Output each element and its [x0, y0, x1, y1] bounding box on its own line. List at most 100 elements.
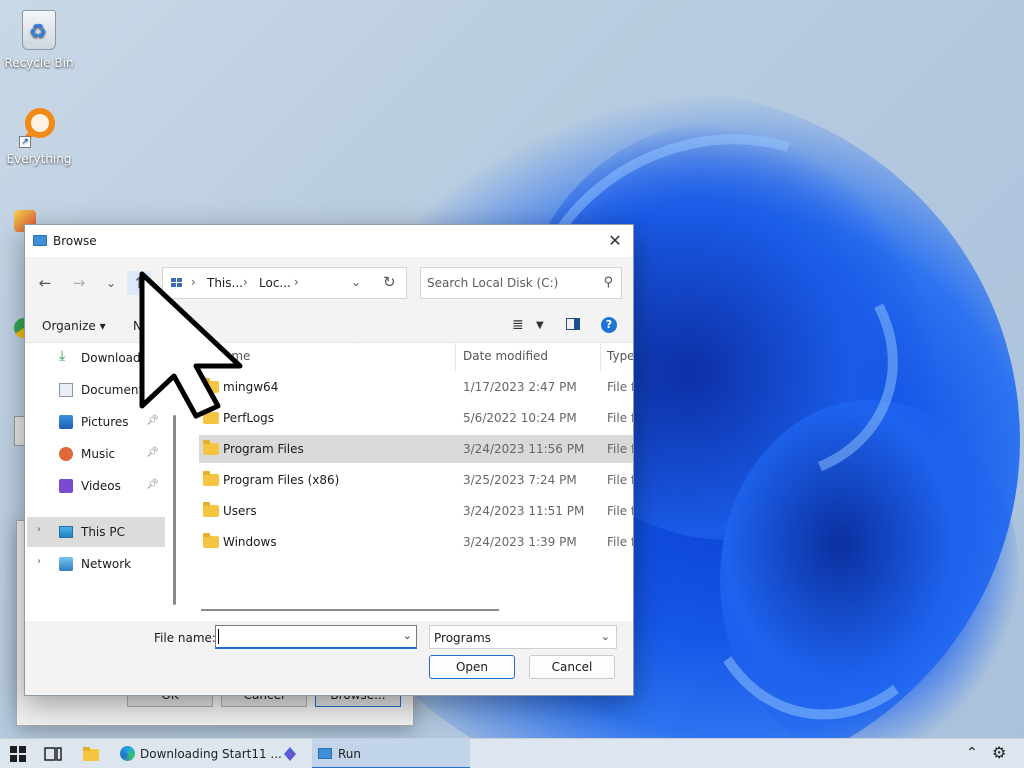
sidebar-item-label: Pictures — [81, 415, 129, 429]
view-options-icon[interactable]: ≣ — [512, 317, 524, 333]
pin-icon[interactable]: 📌︎ — [146, 447, 159, 458]
file-type-value: Programs — [434, 631, 491, 645]
file-name-input[interactable] — [220, 629, 396, 645]
shortcut-arrow-icon: ↗ — [19, 136, 31, 148]
breadcrumb-local-disk[interactable]: Loc... — [259, 276, 291, 290]
file-row-selected[interactable]: Program Files 3/24/2023 11:56 PM File fo — [199, 435, 633, 463]
start-windows-icon[interactable] — [10, 746, 26, 762]
file-date: 3/24/2023 11:56 PM — [463, 442, 585, 456]
settings-gear-icon[interactable]: ⚙ — [992, 743, 1006, 762]
navigation-bar: ← → ⌄ ↑ › This... › Loc... › ⌄ ↻ ⚲ — [25, 257, 633, 309]
download-icon: ⤓ — [59, 348, 66, 364]
open-button[interactable]: Open — [429, 655, 515, 679]
column-header-date[interactable]: Date modified — [463, 349, 548, 363]
file-type-select[interactable]: Programs ⌄ — [429, 625, 617, 649]
everything-search-icon: ↗ — [19, 108, 59, 148]
file-type: File fo — [607, 380, 633, 394]
sidebar-item-videos[interactable]: Videos 📌︎ — [27, 471, 165, 501]
text-caret — [218, 629, 219, 644]
chevron-down-icon[interactable]: ⌄ — [403, 629, 412, 642]
pictures-icon — [59, 415, 73, 429]
browse-dialog: Browse ✕ ← → ⌄ ↑ › This... › Loc... › ⌄ … — [24, 224, 634, 696]
horizontal-scrollbar[interactable] — [201, 609, 499, 611]
file-name: Windows — [223, 535, 277, 549]
file-type: File fo — [607, 504, 633, 518]
help-icon[interactable]: ? — [601, 317, 617, 333]
file-row[interactable]: PerfLogs 5/6/2022 10:24 PM File fo — [199, 404, 633, 432]
column-header-type[interactable]: Type — [607, 349, 633, 363]
taskbar: Downloading Start11 ... Run ⌃ ⚙ — [0, 738, 1024, 768]
file-type: File fo — [607, 442, 633, 456]
file-row[interactable]: Windows 3/24/2023 1:39 PM File fo — [199, 528, 633, 556]
file-name: Program Files (x86) — [223, 473, 340, 487]
preview-pane-icon[interactable] — [566, 318, 580, 334]
refresh-icon[interactable]: ↻ — [383, 273, 396, 291]
sidebar-item-label: Videos — [81, 479, 121, 493]
desktop-icon-everything[interactable]: ↗ Everything — [3, 108, 75, 166]
dialog-footer: File name: ⌄ Programs ⌄ Open Cancel — [25, 621, 633, 695]
dialog-title: Browse — [53, 234, 97, 248]
browse-window-icon — [33, 235, 47, 246]
sidebar-item-this-pc[interactable]: › This PC — [27, 517, 165, 547]
music-icon — [59, 447, 73, 461]
run-icon — [318, 748, 332, 759]
show-hidden-icons-chevron-icon[interactable]: ⌃ — [966, 745, 978, 761]
pin-icon[interactable]: 📌︎ — [146, 479, 159, 490]
taskbar-app-label: Run — [338, 747, 362, 761]
folder-icon — [203, 533, 219, 548]
taskbar-app-run[interactable]: Run — [312, 739, 470, 768]
document-icon — [59, 383, 73, 397]
app-icon[interactable] — [284, 747, 296, 761]
file-row[interactable]: Program Files (x86) 3/25/2023 7:24 PM Fi… — [199, 466, 633, 494]
sidebar-item-label: This PC — [81, 525, 125, 539]
search-input[interactable] — [427, 274, 591, 292]
file-name-combobox[interactable]: ⌄ — [215, 625, 417, 649]
recent-locations-chevron-icon[interactable]: ⌄ — [99, 271, 123, 295]
chevron-down-icon[interactable]: ⌄ — [601, 630, 610, 643]
view-dropdown-chevron-icon[interactable]: ▼ — [536, 320, 544, 331]
sidebar-item-network[interactable]: › Network — [27, 549, 165, 579]
desktop-icon-label: Recycle Bin — [4, 56, 74, 70]
file-row[interactable]: Users 3/24/2023 11:51 PM File fo — [199, 497, 633, 525]
sidebar-item-music[interactable]: Music 📌︎ — [27, 439, 165, 469]
close-icon[interactable]: ✕ — [603, 229, 627, 253]
organize-button[interactable]: Organize ▾ — [42, 319, 106, 333]
file-date: 5/6/2022 10:24 PM — [463, 411, 577, 425]
file-name: Users — [223, 504, 257, 518]
file-row[interactable]: mingw64 1/17/2023 2:47 PM File fo — [199, 373, 633, 401]
desktop-icon-label: Everything — [6, 152, 72, 166]
desktop-icon-recycle-bin[interactable]: Recycle Bin — [3, 10, 75, 70]
dialog-titlebar[interactable]: Browse ✕ — [25, 225, 633, 257]
computer-icon — [59, 526, 73, 538]
cancel-button[interactable]: Cancel — [529, 655, 615, 679]
folder-icon — [203, 502, 219, 517]
file-name: Program Files — [223, 442, 304, 456]
file-type: File fo — [607, 535, 633, 549]
forward-arrow-icon[interactable]: → — [67, 271, 91, 295]
search-box[interactable]: ⚲ — [420, 267, 622, 299]
sidebar-item-label: Network — [81, 557, 132, 571]
folder-icon — [203, 471, 219, 486]
expand-chevron-icon[interactable]: › — [37, 524, 41, 535]
file-type: File fo — [607, 411, 633, 425]
file-date: 3/24/2023 11:51 PM — [463, 504, 585, 518]
taskbar-app-label: Downloading Start11 ... — [140, 747, 282, 761]
mouse-cursor-icon — [139, 271, 243, 419]
search-icon[interactable]: ⚲ — [603, 275, 613, 290]
file-date: 3/24/2023 1:39 PM — [463, 535, 577, 549]
expand-chevron-icon[interactable]: › — [37, 556, 41, 567]
address-dropdown-chevron-icon[interactable]: ⌄ — [351, 275, 361, 289]
sort-ascending-icon: ⌃ — [351, 343, 360, 351]
taskbar-app-edge[interactable]: Downloading Start11 ... — [116, 739, 282, 768]
file-explorer-icon[interactable] — [82, 745, 100, 763]
file-date: 1/17/2023 2:47 PM — [463, 380, 577, 394]
back-arrow-icon[interactable]: ← — [33, 271, 57, 295]
breadcrumb-separator: › — [294, 275, 299, 289]
column-separator[interactable] — [455, 343, 456, 371]
file-date: 3/25/2023 7:24 PM — [463, 473, 577, 487]
navigation-scrollbar[interactable] — [173, 415, 176, 605]
column-separator[interactable] — [600, 343, 601, 371]
file-name-label: File name: — [154, 631, 216, 645]
file-type: File fo — [607, 473, 633, 487]
task-view-icon[interactable] — [44, 745, 62, 763]
